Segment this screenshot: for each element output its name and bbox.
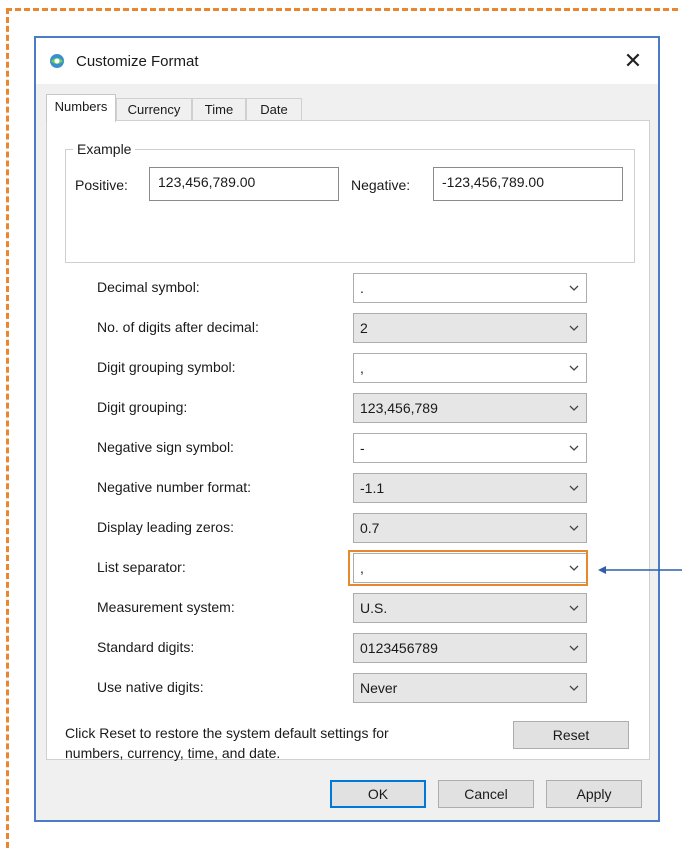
tab-date[interactable]: Date [246,98,302,121]
list-separator-label: List separator: [97,559,186,575]
digit-grouping-value: 123,456,789 [360,400,438,416]
standard-digits-label: Standard digits: [97,639,195,655]
chevron-down-icon [569,445,579,451]
negative-number-format-label: Negative number format: [97,479,252,495]
chevron-down-icon [569,325,579,331]
dialog-title: Customize Format [76,53,199,70]
decimal-symbol-value: . [360,280,364,296]
display-leading-zeros-value: 0.7 [360,520,380,536]
negative-sign-symbol-combo[interactable]: - [353,433,587,463]
apply-button[interactable]: Apply [546,780,642,808]
negative-sign-symbol-label: Negative sign symbol: [97,439,234,455]
chevron-down-icon [569,645,579,651]
digit-grouping-symbol-label: Digit grouping symbol: [97,359,236,375]
digit-grouping-label: Digit grouping: [97,399,188,415]
chevron-down-icon [569,405,579,411]
close-icon[interactable]: ✕ [618,46,648,76]
digits-after-decimal-value: 2 [360,320,368,336]
digit-grouping-symbol-combo[interactable]: , [353,353,587,383]
decimal-symbol-label: Decimal symbol: [97,279,200,295]
tab-currency[interactable]: Currency [116,98,192,121]
positive-label: Positive: [75,177,128,193]
negative-number-format-value: -1.1 [360,480,385,496]
use-native-digits-dropdown[interactable]: Never [353,673,587,703]
chevron-down-icon [569,525,579,531]
reset-button[interactable]: Reset [513,721,629,749]
tab-time[interactable]: Time [192,98,246,121]
use-native-digits-value: Never [360,680,398,696]
chevron-down-icon [569,285,579,291]
measurement-system-label: Measurement system: [97,599,235,615]
positive-example-field: 123,456,789.00 [149,167,339,201]
cancel-button[interactable]: Cancel [438,780,534,808]
chevron-down-icon [569,485,579,491]
title-bar: Customize Format ✕ [36,38,658,84]
digit-grouping-dropdown[interactable]: 123,456,789 [353,393,587,423]
standard-digits-dropdown[interactable]: 0123456789 [353,633,587,663]
reset-instructions-line-1: Click Reset to restore the system defaul… [65,725,389,741]
reset-instructions-line-2: numbers, currency, time, and date. [65,745,281,761]
ok-button[interactable]: OK [330,780,426,808]
chevron-down-icon [569,685,579,691]
list-separator-highlight [348,550,588,586]
chevron-down-icon [569,605,579,611]
negative-example-field: -123,456,789.00 [433,167,623,201]
reset-instructions: Click Reset to restore the system defaul… [65,723,465,763]
dashed-annotation-border-top [6,8,678,11]
chevron-down-icon [569,365,579,371]
dashed-annotation-border-left [6,8,9,848]
digit-grouping-symbol-value: , [360,360,364,376]
use-native-digits-label: Use native digits: [97,679,204,695]
negative-sign-symbol-value: - [360,440,365,456]
customize-format-dialog: Customize Format ✕ Numbers Currency Time… [34,36,660,822]
measurement-system-value: U.S. [360,600,388,616]
display-leading-zeros-label: Display leading zeros: [97,519,234,535]
standard-digits-value: 0123456789 [360,640,438,656]
decimal-symbol-combo[interactable]: . [353,273,587,303]
digits-after-decimal-dropdown[interactable]: 2 [353,313,587,343]
negative-number-format-dropdown[interactable]: -1.1 [353,473,587,503]
example-group-label: Example [73,141,136,157]
numbers-tab-panel: Example Positive: 123,456,789.00 Negativ… [46,120,650,763]
negative-label: Negative: [351,177,411,193]
tab-numbers[interactable]: Numbers [46,94,116,122]
measurement-system-dropdown[interactable]: U.S. [353,593,587,623]
control-panel-icon [50,54,64,68]
annotation-arrow-icon [598,566,682,574]
digits-after-decimal-label: No. of digits after decimal: [97,319,259,335]
display-leading-zeros-dropdown[interactable]: 0.7 [353,513,587,543]
